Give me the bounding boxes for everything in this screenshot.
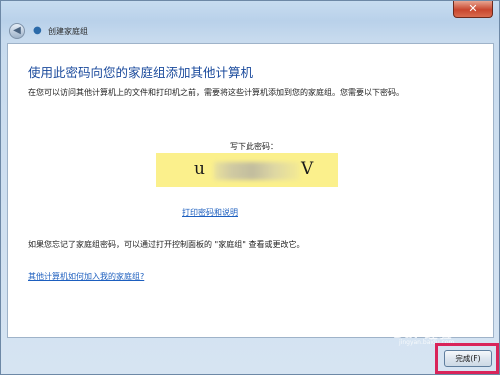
back-button[interactable]: ◀ [9, 23, 25, 39]
print-password-link[interactable]: 打印密码和说明 [182, 207, 238, 218]
password-display: u V [156, 153, 338, 187]
write-password-label: 写下此密码： [230, 142, 278, 151]
password-end: V [301, 159, 314, 179]
close-icon: ✕ [468, 2, 478, 15]
password-obscured-section [214, 162, 300, 180]
password-start: u [194, 159, 205, 179]
page-title: 使用此密码向您的家庭组添加其他计算机 [28, 65, 254, 80]
forgot-password-text: 如果您忘记了家庭组密码，可以通过打开控制面板的 "家庭组" 查看或更改它。 [28, 240, 305, 249]
close-button[interactable]: ✕ [453, 1, 493, 18]
finish-button[interactable]: 完成(F) [444, 350, 492, 367]
dialog-window: ◀ ● 创建家庭组 ✕ 使用此密码向您的家庭组添加其他计算机 在您可以访问其他计… [0, 0, 500, 375]
how-to-join-link[interactable]: 其他计算机如何加入我的家庭组? [28, 271, 144, 282]
description-text: 在您可以访问其他计算机上的文件和打印机之前，需要将这些计算机添加到您的家庭组。您… [28, 88, 404, 97]
content-panel: 使用此密码向您的家庭组添加其他计算机 在您可以访问其他计算机上的文件和打印机之前… [7, 43, 494, 338]
title-bar: ◀ ● 创建家庭组 ✕ [1, 1, 500, 43]
back-arrow-icon: ◀ [13, 25, 21, 36]
homegroup-icon: ● [33, 25, 42, 36]
window-title: 创建家庭组 [48, 27, 88, 36]
